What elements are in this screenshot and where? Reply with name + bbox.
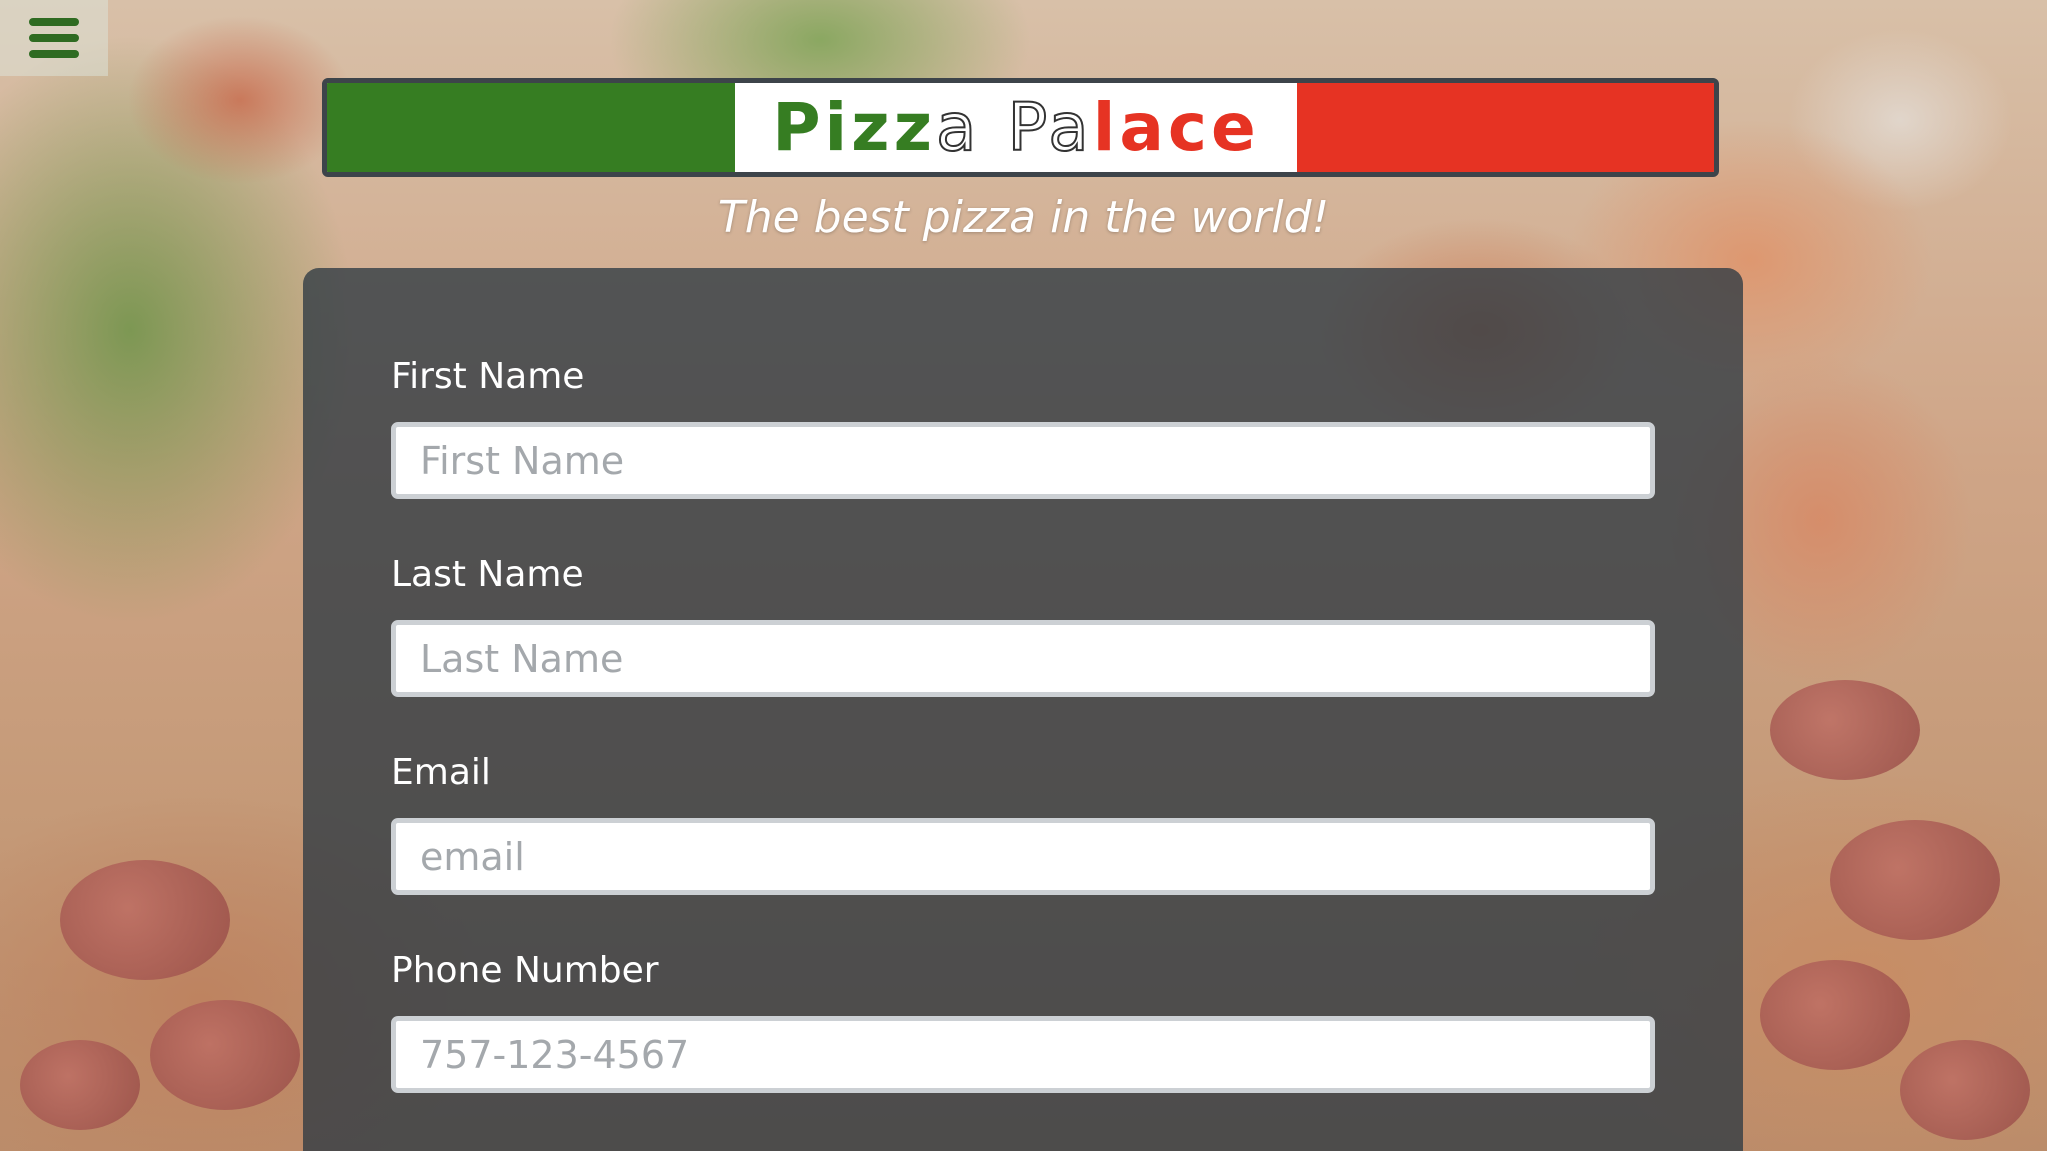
first-name-label: First Name [391, 356, 585, 397]
logo-text-green: Pizz [772, 89, 937, 166]
last-name-label: Last Name [391, 554, 584, 595]
last-name-field[interactable] [391, 620, 1655, 697]
banner-green-stripe [327, 83, 735, 172]
tagline: The best pizza in the world! [717, 192, 1330, 243]
banner-red-stripe [1297, 83, 1714, 172]
phone-number-field[interactable] [391, 1016, 1655, 1093]
signup-form: First Name Last Name Email Phone Number [303, 268, 1743, 1151]
first-name-field[interactable] [391, 422, 1655, 499]
phone-number-label: Phone Number [391, 950, 659, 991]
logo-text-outline: P [1006, 88, 1049, 167]
logo-text-red: lace [1092, 89, 1260, 166]
hamburger-menu-icon [29, 18, 79, 58]
banner-white-stripe: Pizza Palace [735, 83, 1297, 172]
menu-button[interactable] [0, 0, 108, 76]
site-logo[interactable]: Pizza Palace [772, 88, 1260, 167]
email-field[interactable] [391, 818, 1655, 895]
logo-text-outline: a [935, 88, 981, 167]
logo-space [980, 89, 1007, 166]
logo-text-outline: a [1047, 88, 1093, 167]
logo-banner: Pizza Palace [322, 78, 1719, 177]
page: Pizza Palace The best pizza in the world… [0, 0, 2047, 1151]
email-label: Email [391, 752, 491, 793]
